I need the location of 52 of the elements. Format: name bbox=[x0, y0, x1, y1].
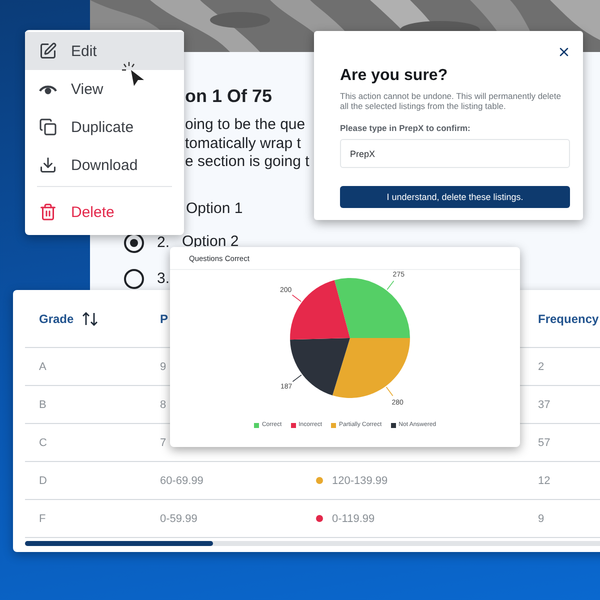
menu-item[interactable]: Edit bbox=[25, 32, 184, 70]
table-cell: 37 bbox=[538, 398, 550, 410]
menu-item[interactable]: Delete bbox=[25, 193, 184, 231]
table-cell: 2 bbox=[538, 360, 544, 372]
table-cell: 57 bbox=[538, 436, 550, 448]
menu-item[interactable]: View bbox=[25, 70, 184, 108]
table-cell-text: F bbox=[38, 512, 46, 524]
close-icon bbox=[557, 45, 571, 59]
question-text: e section is going t bbox=[185, 153, 310, 172]
scrollbar[interactable] bbox=[25, 541, 600, 546]
table-cell: 60-69.99 bbox=[160, 474, 204, 486]
table-cell: 0-119.99 bbox=[332, 512, 375, 524]
leader-line bbox=[292, 374, 302, 382]
column-header[interactable]: Grade bbox=[39, 312, 74, 326]
option-number: 3. bbox=[157, 270, 169, 287]
question-text: oing to be the que bbox=[185, 116, 306, 134]
question-text: tomatically wrap t bbox=[185, 134, 301, 153]
edit-icon bbox=[39, 42, 57, 60]
pie-slice bbox=[290, 338, 350, 396]
field-label: Please type in PrepX to confirm: bbox=[340, 123, 472, 133]
table-cell: 120-139.99 bbox=[332, 474, 388, 486]
delete-button[interactable]: I understand, delete these listings. bbox=[340, 186, 570, 208]
option-label: Option 2 bbox=[182, 232, 239, 250]
column-header[interactable]: P bbox=[160, 312, 168, 326]
leader-line bbox=[386, 280, 394, 290]
confirm-input-field[interactable]: PrepX bbox=[340, 139, 570, 168]
table-cell-text: B bbox=[38, 398, 46, 410]
table-cell: 7 bbox=[160, 436, 166, 448]
leader-line bbox=[386, 386, 394, 396]
dialog-description: This action cannot be undone. This will permanently delete all the selected listings from the listing table. bbox=[340, 91, 562, 111]
pie-slice bbox=[290, 280, 350, 340]
menu-item[interactable]: Duplicate bbox=[25, 108, 184, 146]
option-label: Option 1 bbox=[186, 200, 243, 216]
sort-icon[interactable] bbox=[82, 312, 98, 326]
table-cell: 8 bbox=[160, 398, 166, 410]
table-cell: 12 bbox=[538, 474, 550, 486]
option-number: 2. bbox=[157, 234, 169, 251]
table-cell-text: D bbox=[38, 474, 47, 486]
table-cell-text: C bbox=[38, 436, 47, 448]
copy-icon bbox=[39, 118, 57, 136]
table-cell: 9 bbox=[538, 512, 544, 524]
menu-item[interactable]: Download bbox=[25, 146, 184, 184]
table-cell-text: A bbox=[38, 360, 46, 372]
column-header[interactable]: Frequency bbox=[538, 312, 599, 326]
download-icon bbox=[39, 156, 57, 174]
question-title: on 1 Of 75 bbox=[185, 86, 272, 108]
dialog-title: Are you sure? bbox=[340, 67, 449, 85]
leader-line bbox=[292, 294, 302, 302]
table-cell: 9 bbox=[160, 360, 166, 372]
trash-icon bbox=[39, 203, 57, 221]
table-cell: 0-59.99 bbox=[160, 512, 198, 524]
cursor-icon bbox=[122, 62, 146, 87]
